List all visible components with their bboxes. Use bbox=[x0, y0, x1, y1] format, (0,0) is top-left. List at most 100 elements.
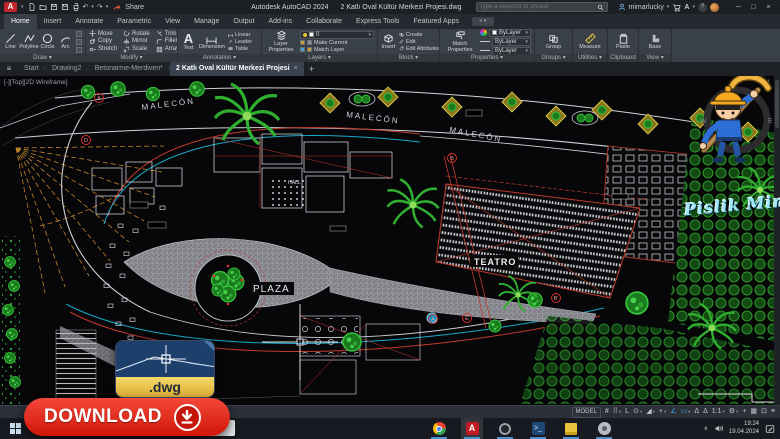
ribbon-tab-featured-apps[interactable]: Featured Apps bbox=[406, 14, 466, 29]
rectangle-icon[interactable] bbox=[76, 31, 82, 37]
leader-tool[interactable]: Leader bbox=[228, 39, 252, 45]
table-tool[interactable]: Table bbox=[228, 46, 252, 52]
help-search-input[interactable] bbox=[480, 4, 595, 10]
object-snap-tracking-icon[interactable]: ∠ bbox=[670, 407, 676, 417]
viewport-controls[interactable]: [-][Top][2D Wireframe] bbox=[4, 79, 68, 86]
user-chevron-icon[interactable]: ▾ bbox=[667, 4, 670, 10]
redo-chevron-icon[interactable]: ▾ bbox=[106, 4, 109, 10]
annotation-autoscale-icon[interactable]: Δ bbox=[703, 407, 708, 417]
save-icon[interactable] bbox=[50, 3, 58, 11]
ribbon-tab-parametric[interactable]: Parametric bbox=[110, 14, 158, 29]
panel-label-view[interactable]: View ▾ bbox=[639, 54, 671, 62]
paste-tool[interactable]: Paste bbox=[616, 33, 631, 51]
ribbon-tab-insert[interactable]: Insert bbox=[37, 14, 69, 29]
avatar[interactable] bbox=[710, 3, 719, 12]
lineweight-dropdown[interactable]: ByLayer▾ bbox=[480, 38, 531, 46]
model-space-canvas[interactable]: W E PLAZA TEATRO HALL MALECÓNMALECÓNMALE… bbox=[0, 76, 780, 405]
autodesk-a-icon[interactable]: A bbox=[684, 4, 689, 11]
grid-display-icon[interactable]: # bbox=[605, 407, 609, 417]
taskbar-app-chrome[interactable] bbox=[428, 418, 450, 439]
user-icon[interactable] bbox=[618, 3, 626, 11]
volume-icon[interactable] bbox=[714, 424, 723, 433]
ribbon-tab-collaborate[interactable]: Collaborate bbox=[299, 14, 349, 29]
object-snap-icon[interactable]: ▭▾ bbox=[681, 407, 691, 417]
taskbar-app-autocad[interactable]: A bbox=[461, 418, 483, 439]
share-icon[interactable] bbox=[112, 3, 121, 12]
panel-label-utilities[interactable]: Utilities ▾ bbox=[573, 54, 607, 62]
close-button[interactable]: × bbox=[761, 4, 776, 11]
trim-tool[interactable]: Trim bbox=[156, 30, 177, 38]
taskbar-app-misc[interactable] bbox=[593, 418, 615, 439]
isolate-objects-icon[interactable]: ▦ bbox=[750, 407, 757, 417]
panel-label-draw[interactable]: Draw ▾ bbox=[0, 54, 85, 62]
polar-tracking-icon[interactable]: ⊙▾ bbox=[633, 407, 642, 417]
move-tool[interactable]: Move bbox=[89, 30, 117, 38]
copy-tool[interactable]: Copy bbox=[89, 38, 117, 46]
workspace-switching-icon[interactable]: ⚙▾ bbox=[729, 407, 739, 417]
taskbar-app-recorder[interactable] bbox=[494, 418, 516, 439]
tab-close-icon[interactable]: × bbox=[294, 65, 298, 72]
create-block-tool[interactable]: Create bbox=[399, 32, 439, 38]
isometric-drafting-icon-chevron[interactable]: ▾ bbox=[653, 409, 655, 415]
measure-tool[interactable]: Measure bbox=[579, 33, 600, 51]
undo-chevron-icon[interactable]: ▾ bbox=[91, 4, 94, 10]
scale-tool[interactable]: Scale bbox=[123, 45, 150, 53]
file-tab-active[interactable]: 2 Katlı Oval Kültür Merkezi Projesi× bbox=[170, 62, 304, 76]
object-color-dropdown[interactable]: ByLayer▾ bbox=[480, 29, 531, 37]
share-label[interactable]: Share bbox=[125, 4, 144, 11]
match-layer-tool[interactable]: Match Layer bbox=[300, 47, 374, 53]
dynamic-input-icon-chevron[interactable]: ▾ bbox=[664, 409, 666, 415]
vertical-scrollbar[interactable] bbox=[774, 76, 780, 405]
search-icon[interactable] bbox=[597, 4, 604, 11]
panel-label-layers[interactable]: Layers ▾ bbox=[262, 54, 377, 62]
tray-chevron-icon[interactable]: ∧ bbox=[704, 425, 708, 432]
download-button[interactable]: DOWNLOAD bbox=[24, 398, 230, 436]
tray-pen-icon[interactable] bbox=[765, 424, 775, 434]
scrollbar-thumb[interactable] bbox=[775, 80, 779, 128]
panel-label-block[interactable]: Block ▾ bbox=[378, 54, 439, 62]
snap-mode-icon-chevron[interactable]: ▾ bbox=[619, 409, 621, 415]
file-tab-1[interactable]: Drawing2 bbox=[46, 62, 88, 76]
linetype-dropdown[interactable]: ByLayer▾ bbox=[480, 47, 531, 55]
panel-label-groups[interactable]: Groups ▾ bbox=[535, 54, 572, 62]
customization-icon[interactable]: ≡ bbox=[771, 407, 775, 417]
undo-icon[interactable]: ↶ bbox=[83, 3, 89, 11]
base-view-tool[interactable]: Base bbox=[648, 33, 663, 51]
help-search-box[interactable] bbox=[476, 2, 608, 12]
file-tab-2[interactable]: Betonarme-Merdiven* bbox=[89, 62, 169, 76]
plot-icon[interactable] bbox=[72, 3, 80, 11]
rotate-tool[interactable]: Rotate bbox=[123, 30, 150, 38]
workspace-switching-icon-chevron[interactable]: ▾ bbox=[736, 409, 738, 415]
open-file-icon[interactable] bbox=[39, 3, 47, 11]
ribbon-tab-manage[interactable]: Manage bbox=[187, 14, 226, 29]
ribbon-tab-annotate[interactable]: Annotate bbox=[68, 14, 110, 29]
username[interactable]: mimarlucky bbox=[629, 4, 664, 11]
hatch-icon[interactable] bbox=[76, 47, 82, 53]
fillet-tool[interactable]: Fillet bbox=[156, 38, 177, 46]
ribbon-tab-home[interactable]: Home bbox=[4, 14, 37, 29]
linear-tool[interactable]: Linear bbox=[228, 32, 252, 38]
autocad-app-icon[interactable]: A bbox=[4, 2, 17, 12]
ribbon-tab-express-tools[interactable]: Express Tools bbox=[349, 14, 406, 29]
ribbon-tab-output[interactable]: Output bbox=[226, 14, 261, 29]
array-tool[interactable]: Array bbox=[156, 45, 177, 53]
taskbar-clock[interactable]: 19:24 19.04.2024 bbox=[729, 421, 759, 435]
ellipse-icon[interactable] bbox=[76, 39, 82, 45]
app-store-cart-icon[interactable] bbox=[672, 3, 681, 12]
new-file-icon[interactable] bbox=[28, 3, 36, 11]
panel-label-modify[interactable]: Modify ▾ bbox=[86, 54, 177, 62]
insert-block-tool[interactable]: Insert bbox=[381, 33, 396, 51]
arc-tool[interactable]: Arc bbox=[58, 33, 73, 51]
maximize-button[interactable]: □ bbox=[746, 4, 761, 11]
redo-icon[interactable]: ↷ bbox=[97, 3, 103, 11]
minimize-button[interactable]: ─ bbox=[731, 4, 746, 11]
stretch-tool[interactable]: Stretch bbox=[89, 45, 117, 53]
match-properties-tool[interactable]: Match Properties bbox=[443, 30, 477, 54]
snap-mode-icon[interactable]: ⠿▾ bbox=[613, 407, 621, 417]
model-space-toggle[interactable]: MODEL bbox=[572, 407, 601, 418]
taskbar-app-terminal[interactable]: >_ bbox=[527, 418, 549, 439]
annotation-monitor-icon[interactable]: + bbox=[742, 407, 746, 417]
ortho-mode-icon[interactable]: L bbox=[625, 407, 629, 417]
dimension-tool[interactable]: Dimension bbox=[199, 33, 225, 51]
layer-properties-tool[interactable]: Layer Properties bbox=[265, 30, 297, 54]
